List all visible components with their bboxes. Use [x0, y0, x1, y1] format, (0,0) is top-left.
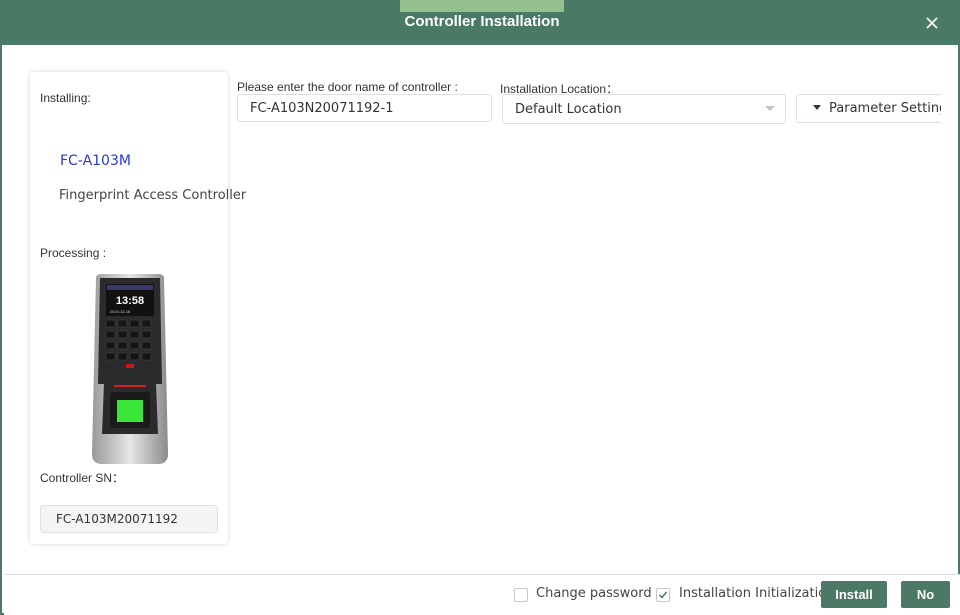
- installing-label: Installing:: [40, 91, 91, 105]
- change-password-checkbox[interactable]: [514, 588, 528, 602]
- installation-initialization-label[interactable]: Installation Initialization: [679, 586, 834, 601]
- fingerprint-controller-image: 13:58 2019-12-16: [92, 274, 168, 464]
- caret-down-icon: [813, 105, 821, 110]
- close-button[interactable]: [922, 13, 942, 33]
- dialog-title: Controller Installation: [404, 13, 560, 30]
- parameter-setting-label: Parameter Setting: [829, 101, 941, 116]
- controller-sn-value: FC-A103M20071192: [40, 505, 218, 533]
- title-accent-bar: [400, 0, 564, 12]
- no-button[interactable]: No: [901, 581, 950, 608]
- processing-label: Processing :: [40, 246, 107, 260]
- installation-initialization-checkbox[interactable]: [656, 588, 670, 602]
- controller-model: FC-A103M: [60, 153, 131, 169]
- parameter-setting-button[interactable]: Parameter Setting: [796, 94, 941, 123]
- change-password-label[interactable]: Change password: [536, 586, 652, 601]
- door-name-input[interactable]: FC-A103N20071192-1: [237, 94, 492, 122]
- installing-info-card: Installing: FC-A103M Fingerprint Access …: [30, 72, 246, 544]
- install-button[interactable]: Install: [821, 581, 887, 608]
- device-screen-time: 13:58: [116, 295, 144, 307]
- dialog-footer: Change password Installation Initializat…: [4, 574, 960, 615]
- door-name-label: Please enter the door name of controller…: [237, 80, 458, 94]
- installation-location-value: Default Location: [515, 102, 622, 117]
- close-icon: [926, 17, 938, 29]
- checkmark-icon: [658, 591, 668, 599]
- controller-model-description: Fingerprint Access Controller: [59, 188, 247, 203]
- device-screen-date: 2019-12-16: [110, 309, 131, 314]
- chevron-down-icon: [765, 106, 775, 111]
- controller-installation-dialog: Controller Installation Installing: FC-A…: [0, 0, 960, 615]
- installation-location-select[interactable]: Default Location: [502, 94, 786, 124]
- controller-sn-label: Controller SN：: [40, 471, 125, 485]
- title-bar: Controller Installation: [2, 0, 960, 45]
